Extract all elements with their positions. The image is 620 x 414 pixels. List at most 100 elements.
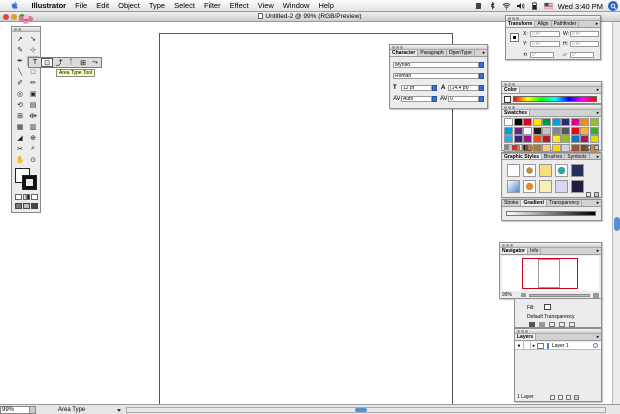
menu-view[interactable]: View (253, 1, 278, 10)
vertical-type-on-path-tool-option[interactable]: ⤳ (89, 58, 101, 67)
new-style-icon[interactable] (586, 192, 591, 197)
menu-app-name[interactable]: Illustrator (27, 1, 71, 10)
character-panel-titlebar[interactable] (390, 45, 487, 50)
tracking-field[interactable]: 0 (448, 96, 479, 102)
swatch-13[interactable] (532, 126, 542, 135)
gradient-slider[interactable] (506, 211, 596, 216)
swatch-28[interactable] (580, 135, 589, 143)
menu-select[interactable]: Select (170, 1, 200, 10)
menu-edit[interactable]: Edit (92, 1, 114, 10)
rectangle-tool[interactable]: □ (27, 67, 39, 77)
area-type-tool-option[interactable]: ⊡ (41, 58, 53, 67)
layer-name[interactable]: Layer 1 (552, 343, 569, 349)
mesh-tool[interactable]: ▦ (14, 122, 26, 132)
layer-row[interactable]: ● ▸ Layer 1 (515, 341, 601, 350)
direct-selection-tool[interactable]: ➘ (27, 34, 39, 44)
font-family-dropdown[interactable] (479, 62, 484, 68)
line-tool[interactable]: ╲ (14, 67, 26, 77)
layer-visibility-eye-icon[interactable]: ● (515, 343, 523, 349)
zoom-tool[interactable]: ⌕ (27, 144, 39, 154)
show-pattern-swatches-icon[interactable] (528, 144, 533, 150)
style-brown-blob[interactable] (523, 164, 536, 177)
zoom-in-icon[interactable] (593, 292, 599, 298)
swatch-22[interactable] (523, 135, 532, 143)
appearance-btn-4[interactable] (559, 322, 565, 327)
new-swatch-icon[interactable] (586, 144, 591, 150)
graphic-styles-menu-icon[interactable]: ▸ (595, 154, 601, 160)
lasso-tool[interactable]: ⊹ (27, 45, 39, 55)
appearance-fill-swatch[interactable] (544, 304, 551, 310)
vertical-scrollbar[interactable] (612, 22, 620, 405)
transform-panel-menu-icon[interactable]: ▸ (594, 21, 600, 27)
swatch-25[interactable] (551, 135, 561, 143)
status-menu-arrow-icon[interactable] (116, 406, 122, 414)
rotate-field[interactable]: 0° (530, 52, 554, 58)
tracking-dropdown[interactable] (479, 96, 484, 102)
gradient-button[interactable] (23, 194, 30, 200)
tab-gradient[interactable]: Gradient (521, 200, 548, 206)
leading-field[interactable]: (14.4 pt) (448, 85, 479, 91)
swatch-12[interactable] (523, 126, 532, 135)
column-graph-tool[interactable]: ⟴ (27, 111, 39, 121)
appearance-btn-1[interactable] (529, 322, 535, 327)
tab-pathfinder[interactable]: Pathfinder (552, 21, 580, 27)
appearance-btn-2[interactable] (539, 322, 545, 327)
free-transform-tool[interactable]: ▤ (27, 100, 39, 110)
volume-icon[interactable] (516, 2, 525, 10)
menu-file[interactable]: File (71, 1, 92, 10)
swatch-10[interactable] (504, 126, 513, 135)
show-color-swatches-icon[interactable] (512, 144, 517, 150)
stroke-gradient-menu-icon[interactable]: ▸ (595, 200, 601, 206)
color-panel-titlebar[interactable] (502, 82, 601, 87)
tab-brushes[interactable]: Brushes (542, 154, 566, 160)
paintbrush-tool[interactable]: ✐ (14, 78, 26, 88)
reference-point-icon[interactable] (510, 33, 519, 42)
tab-character[interactable]: Character (390, 50, 419, 56)
shear-field[interactable]: 0° (570, 52, 594, 58)
warp-tool[interactable]: ⟲ (14, 100, 26, 110)
swatch-17[interactable] (570, 126, 580, 135)
menu-window[interactable]: Window (278, 1, 314, 10)
scale-tool[interactable]: ▣ (27, 89, 39, 99)
menu-help[interactable]: Help (314, 1, 338, 10)
swatch-20[interactable] (504, 135, 513, 143)
status-tool-field[interactable]: Area Type (58, 406, 116, 414)
pen-tool[interactable]: ✒ (14, 56, 26, 66)
spotlight-icon[interactable] (608, 1, 618, 11)
tab-swatches[interactable]: Swatches (502, 110, 531, 116)
swatch-8[interactable] (580, 118, 589, 126)
swatch-6[interactable] (561, 118, 570, 126)
tab-paragraph[interactable]: Paragraph (418, 50, 447, 56)
swatch-14[interactable] (542, 126, 551, 135)
scissors-tool[interactable]: ✂ (14, 144, 26, 154)
pencil-tool[interactable]: ✏ (27, 78, 39, 88)
hand-tool[interactable]: ✋ (14, 155, 26, 165)
full-screen-mode-button[interactable] (31, 203, 38, 209)
standard-screen-mode-button[interactable] (15, 203, 22, 209)
tab-graphic-styles[interactable]: Graphic Styles (502, 154, 543, 160)
font-style-field[interactable]: Roman (393, 73, 479, 79)
swatch-16[interactable] (561, 126, 570, 135)
language-flag-icon[interactable] (543, 2, 553, 10)
wifi-icon[interactable] (502, 2, 511, 10)
close-button[interactable] (3, 14, 9, 20)
swatch-4[interactable] (542, 118, 551, 126)
style-yellow-square[interactable] (539, 164, 552, 177)
show-gradient-swatches-icon[interactable] (520, 144, 525, 150)
swatch-18[interactable] (580, 126, 589, 135)
menu-effect[interactable]: Effect (225, 1, 253, 10)
swatch-29[interactable] (589, 135, 599, 143)
style-default[interactable] (507, 164, 520, 177)
font-style-dropdown[interactable] (479, 73, 484, 79)
swatch-0[interactable] (504, 118, 513, 126)
menu-object[interactable]: Object (114, 1, 145, 10)
slice-tool[interactable]: ⊙ (27, 155, 39, 165)
swatch-27[interactable] (570, 135, 580, 143)
blend-tool[interactable]: ⊕ (27, 133, 39, 143)
delete-swatch-icon[interactable] (594, 144, 599, 150)
make-clipping-mask-icon[interactable] (550, 394, 555, 400)
horizontal-scroll-thumb[interactable] (355, 408, 367, 412)
style-navy-square[interactable] (571, 164, 584, 177)
type-tool-option[interactable]: T (29, 58, 41, 67)
swatch-7[interactable] (570, 118, 580, 126)
